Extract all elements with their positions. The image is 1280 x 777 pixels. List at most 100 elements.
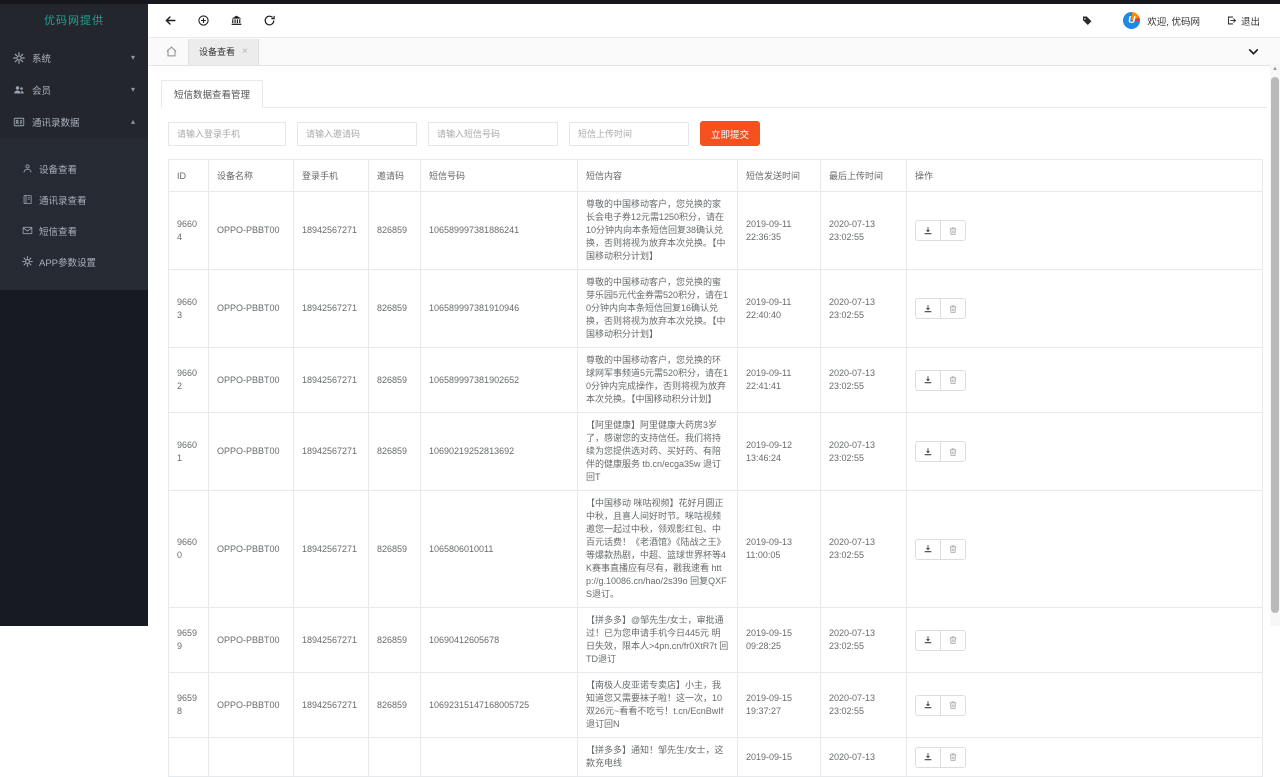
sidebar-item-contacts-data[interactable]: 通讯录数据 ▴ [0,106,148,138]
gear-icon [13,52,25,64]
delete-button[interactable] [940,630,966,651]
back-arrow-icon[interactable] [164,14,177,27]
sidebar-item-members[interactable]: 会员 ▾ [0,74,148,106]
cell-sent-time: 2019-09-11 22:40:40 [738,270,821,348]
sidebar-item-label: 设备查看 [39,162,77,176]
sidebar-item-contacts-view[interactable]: 通讯录查看 [0,184,148,215]
download-icon [923,304,933,314]
cell-sms-number: 10692315147168005725 [421,673,578,738]
download-button[interactable] [915,220,941,241]
cell-actions [907,738,1263,777]
delete-button[interactable] [940,370,966,391]
invite-code-input[interactable] [297,122,417,146]
download-button[interactable] [915,298,941,319]
cell-invite-code: 826859 [369,491,421,608]
sent-time: 13:46:24 [746,452,812,465]
person-icon [22,163,33,174]
cell-sms-number: 106589997381902652 [421,348,578,413]
cell-actions [907,270,1263,348]
cell-sms-content: 【中国移动 咪咕视频】花好月圆正中秋，且喜人间好时节。咪咕视频邀您一起过中秋，领… [578,491,738,608]
delete-button[interactable] [940,220,966,241]
cell-invite-code: 826859 [369,673,421,738]
gear-icon [22,256,33,267]
chevron-down-icon[interactable] [1247,45,1260,58]
sidebar-brand-title: 优码网提供 [0,12,148,42]
download-icon [923,752,933,762]
delete-button[interactable] [940,747,966,768]
sent-time: 22:40:40 [746,309,812,322]
cell-actions [907,608,1263,673]
download-button[interactable] [915,695,941,716]
close-icon[interactable]: × [242,47,248,57]
sms-number-input[interactable] [428,122,558,146]
delete-button[interactable] [940,539,966,560]
download-icon [923,700,933,710]
logout-icon [1226,15,1237,26]
delete-button[interactable] [940,298,966,319]
upload-date: 2020-07-13 [829,536,898,549]
upload-date: 2020-07-13 [829,627,898,640]
download-button[interactable] [915,630,941,651]
sidebar-item-sms-view[interactable]: 短信查看 [0,215,148,246]
topbar: U 欢迎, 优码网 退出 [148,4,1280,38]
cell-sms-number: 106589997381910946 [421,270,578,348]
cell-upload-time: 2020-07-13 23:02:55 [821,413,907,491]
cell-sent-time: 2019-09-15 09:28:25 [738,608,821,673]
cell-id: 96598 [169,673,209,738]
download-icon [923,375,933,385]
upload-time-input[interactable] [569,122,689,146]
vertical-scrollbar[interactable]: ▲ [1270,64,1280,626]
refresh-icon[interactable] [263,14,276,27]
logout-button[interactable]: 退出 [1226,14,1260,28]
download-button[interactable] [915,539,941,560]
trash-icon [948,375,958,385]
search-filters: 立即提交 [168,121,1280,146]
tab-sms-data-management[interactable]: 短信数据查看管理 [161,80,263,108]
cell-sms-number: 106589997381886241 [421,192,578,270]
download-button[interactable] [915,747,941,768]
table-row: 96600 OPPO-PBBT00 18942567271 826859 106… [169,491,1263,608]
download-button[interactable] [915,441,941,462]
sidebar-item-device-view[interactable]: 设备查看 [0,153,148,184]
scroll-up-arrow[interactable]: ▲ [1270,64,1280,74]
table-row: 96599 OPPO-PBBT00 18942567271 826859 106… [169,608,1263,673]
bank-icon[interactable] [230,14,243,27]
sidebar: 优码网提供 系统 ▾ 会员 ▾ 通讯录数据 ▴ [0,0,148,626]
column-header-phone: 登录手机 [294,160,369,192]
book-icon [22,194,33,205]
delete-button[interactable] [940,695,966,716]
tab-device-view[interactable]: 设备查看 × [188,39,259,65]
upload-date: 2020-07-13 [829,751,898,764]
cell-upload-time: 2020-07-13 23:02:55 [821,491,907,608]
fullscreen-icon[interactable] [197,14,210,27]
cell-device: OPPO-PBBT00 [209,348,294,413]
download-button[interactable] [915,370,941,391]
download-icon [923,635,933,645]
home-icon[interactable] [165,45,178,58]
upload-time: 23:02:55 [829,705,898,718]
submit-button[interactable]: 立即提交 [700,121,760,146]
scrollbar-thumb[interactable] [1271,77,1279,613]
cell-sms-content: 尊敬的中国移动客户，您兑换的蜜芽乐园5元代金券需520积分，请在10分钟内向本条… [578,270,738,348]
trash-icon [948,544,958,554]
tag-icon[interactable] [1081,15,1093,27]
cell-actions [907,348,1263,413]
cell-device [209,738,294,777]
table-row: 【拼多多】通知！邹先生/女士，这款充电线 2019-09-15 2020-07-… [169,738,1263,777]
login-phone-input[interactable] [168,122,286,146]
cell-invite-code: 826859 [369,413,421,491]
trash-icon [948,226,958,236]
cell-sms-content: 尊敬的中国移动客户，您兑换的家长会电子券12元需1250积分，请在10分钟内向本… [578,192,738,270]
tab-label: 设备查看 [199,45,235,58]
sidebar-item-system[interactable]: 系统 ▾ [0,42,148,74]
sidebar-item-app-settings[interactable]: APP参数设置 [0,246,148,277]
column-header-actions: 操作 [907,160,1263,192]
cell-phone: 18942567271 [294,491,369,608]
table-row: 96601 OPPO-PBBT00 18942567271 826859 106… [169,413,1263,491]
cell-actions [907,192,1263,270]
chevron-down-icon: ▾ [131,54,135,62]
cell-upload-time: 2020-07-13 23:02:55 [821,192,907,270]
cell-phone: 18942567271 [294,673,369,738]
delete-button[interactable] [940,441,966,462]
avatar[interactable]: U [1123,12,1140,29]
